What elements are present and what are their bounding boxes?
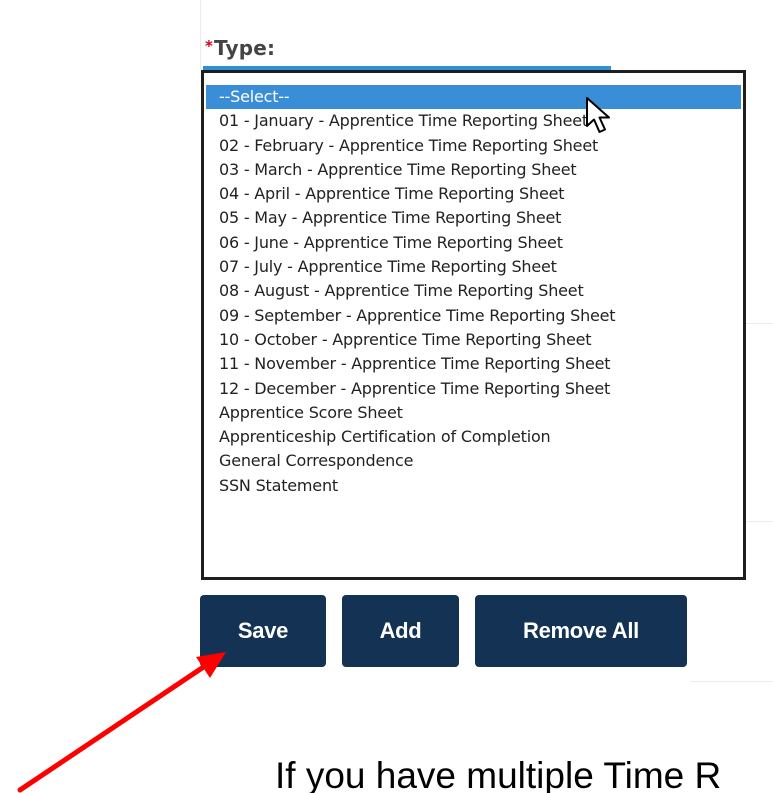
remove-all-button[interactable]: Remove All [475, 595, 687, 667]
mouse-pointer-icon [586, 97, 610, 133]
option-select[interactable]: --Select-- [206, 85, 741, 110]
panel-divider [746, 323, 773, 324]
option-october[interactable]: 10 - October - Apprentice Time Reporting… [204, 328, 743, 352]
option-april[interactable]: 04 - April - Apprentice Time Reporting S… [204, 182, 743, 206]
option-january[interactable]: 01 - January - Apprentice Time Reporting… [204, 109, 743, 133]
add-button[interactable]: Add [342, 595, 459, 667]
panel-divider [200, 0, 201, 70]
type-select-listbox[interactable]: --Select-- 01 - January - Apprentice Tim… [201, 70, 746, 580]
option-apprentice-score-sheet[interactable]: Apprentice Score Sheet [204, 401, 743, 425]
instruction-caption: If you have multiple Time R [275, 755, 722, 793]
option-february[interactable]: 02 - February - Apprentice Time Reportin… [204, 134, 743, 158]
option-certification-of-completion[interactable]: Apprenticeship Certification of Completi… [204, 425, 743, 449]
option-ssn-statement[interactable]: SSN Statement [204, 474, 743, 498]
type-field-label: *Type: [205, 36, 275, 60]
type-label-text: Type: [214, 36, 276, 60]
option-december[interactable]: 12 - December - Apprentice Time Reportin… [204, 377, 743, 401]
option-july[interactable]: 07 - July - Apprentice Time Reporting Sh… [204, 255, 743, 279]
option-august[interactable]: 08 - August - Apprentice Time Reporting … [204, 279, 743, 303]
panel-divider [746, 521, 773, 522]
option-march[interactable]: 03 - March - Apprentice Time Reporting S… [204, 158, 743, 182]
option-general-correspondence[interactable]: General Correspondence [204, 449, 743, 473]
option-november[interactable]: 11 - November - Apprentice Time Reportin… [204, 352, 743, 376]
panel-divider [690, 681, 773, 682]
option-june[interactable]: 06 - June - Apprentice Time Reporting Sh… [204, 231, 743, 255]
save-button[interactable]: Save [200, 595, 326, 667]
option-september[interactable]: 09 - September - Apprentice Time Reporti… [204, 304, 743, 328]
required-asterisk: * [205, 37, 214, 55]
option-may[interactable]: 05 - May - Apprentice Time Reporting She… [204, 206, 743, 230]
screenshot-stage: *Type: --Select-- 01 - January - Apprent… [0, 0, 773, 793]
